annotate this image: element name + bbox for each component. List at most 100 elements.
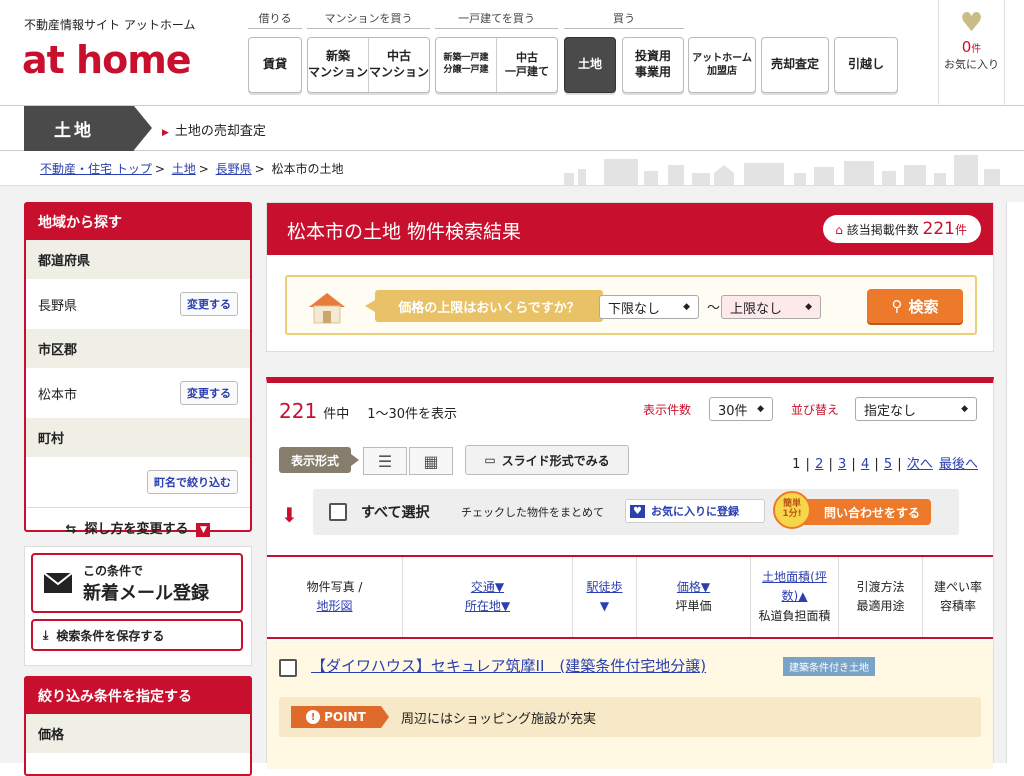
inquiry-label: 問い合わせをする bbox=[823, 505, 920, 520]
col-area-sort[interactable]: 土地面積(坪 bbox=[762, 568, 827, 587]
content-area: 地域から探す 都道府県 長野県 変更する 市区郡 松本市 変更する 町村 町名で… bbox=[0, 186, 1024, 776]
page-link-5[interactable]: 5 bbox=[884, 457, 892, 472]
updown-icon: ◆ bbox=[757, 404, 764, 414]
col-floor-ratio-label: 容積率 bbox=[939, 599, 976, 613]
grid-view-button[interactable]: ▦ bbox=[409, 447, 453, 475]
listing-row: 【ダイワハウス】セキュレア筑摩II (建築条件付宅地分譲) 建築条件付き土地 !… bbox=[267, 641, 993, 769]
per-page-label: 表示件数 bbox=[643, 403, 692, 417]
save-conditions-button[interactable]: ⤓ 検索条件を保存する bbox=[31, 619, 243, 651]
add-favorites-button[interactable]: ♥ お気に入りに登録 bbox=[625, 499, 765, 523]
nav-divider bbox=[564, 28, 684, 29]
house-icon: ⌂ bbox=[835, 223, 843, 237]
page-link-2[interactable]: 2 bbox=[815, 457, 823, 472]
nav-group-buy: 買う bbox=[613, 12, 635, 25]
sort-value: 指定なし bbox=[864, 403, 917, 419]
nav-rent-button[interactable]: 賃貸 bbox=[248, 37, 302, 93]
sort-label: 並び替え bbox=[791, 403, 840, 417]
breadcrumb: 不動産・住宅 トップ > 土地 > 長野県 > 松本市の土地 bbox=[40, 162, 344, 176]
page-current: 1 bbox=[792, 457, 801, 472]
nav-land-button[interactable]: 土地 bbox=[564, 37, 616, 93]
pagination: 1 | 2 | 3 | 4 | 5 | 次へ 最後へ bbox=[792, 457, 978, 472]
page-next-link[interactable]: 次へ bbox=[907, 457, 933, 472]
nav-athome-shop-label: アットホーム 加盟店 bbox=[692, 53, 752, 77]
results-total-suffix: 件中 bbox=[323, 407, 350, 422]
listing-checkbox[interactable] bbox=[279, 659, 297, 677]
nav-new-mansion-label: 新築 マンション bbox=[308, 49, 369, 79]
point-label: POINT bbox=[324, 710, 366, 724]
land-sale-assessment-link[interactable]: ▶ 土地の売却査定 bbox=[162, 120, 266, 139]
category-bar: 土地 ▶ 土地の売却査定 bbox=[0, 106, 1024, 151]
results-range: 1〜30件を表示 bbox=[367, 407, 458, 422]
change-method-button[interactable]: ⇆ 探し方を変更する ▼ bbox=[26, 507, 250, 547]
nav-new-mansion-button[interactable]: 新築 マンション bbox=[308, 38, 368, 92]
change-pref-button[interactable]: 変更する bbox=[180, 292, 238, 316]
nav-used-house-button[interactable]: 中古 一戸建て bbox=[496, 38, 557, 92]
col-price-sort[interactable]: 価格▼ bbox=[677, 578, 710, 597]
athome-logo[interactable]: at home bbox=[22, 38, 192, 82]
price-lower-select[interactable]: 下限なし ◆ bbox=[599, 295, 699, 319]
col-walk-sort[interactable]: 駅徒歩 bbox=[586, 578, 622, 597]
search-button-label: 検索 bbox=[908, 297, 939, 316]
price-question-bubble: 価格の上限はおいくらですか？ bbox=[365, 290, 603, 322]
col-photo: 物件写真 / 地形図 bbox=[267, 557, 403, 637]
col-area-sort-2[interactable]: 数)▲ bbox=[782, 587, 808, 606]
price-heading: 価格 bbox=[26, 714, 250, 753]
nav-investment-button[interactable]: 投資用 事業用 bbox=[622, 37, 684, 93]
new-mail-register-button[interactable]: この条件で 新着メール登録 bbox=[31, 553, 243, 613]
sort-select[interactable]: 指定なし ◆ bbox=[855, 397, 977, 421]
nav-house-button-group: 新築一戸建 分譲一戸建 中古 一戸建て bbox=[435, 37, 558, 93]
updown-icon: ◆ bbox=[961, 404, 968, 414]
page-link-4[interactable]: 4 bbox=[861, 457, 869, 472]
breadcrumb-pref-link[interactable]: 長野県 bbox=[216, 162, 252, 176]
nav-new-house-button[interactable]: 新築一戸建 分譲一戸建 bbox=[436, 38, 496, 92]
breadcrumb-land-link[interactable]: 土地 bbox=[172, 162, 196, 176]
price-search-button[interactable]: ⚲ 検索 bbox=[867, 289, 963, 323]
results-count: 221 件中 1〜30件を表示 bbox=[279, 399, 457, 423]
nav-used-mansion-button[interactable]: 中古 マンション bbox=[368, 38, 429, 92]
slideshow-icon: ▭ bbox=[484, 453, 496, 467]
house-icon bbox=[309, 293, 345, 324]
favorites-link[interactable]: ♥ 0件 お気に入り bbox=[938, 0, 1004, 106]
price-upper-select[interactable]: 上限なし ◆ bbox=[721, 295, 821, 319]
exclamation-icon: ! bbox=[306, 710, 321, 724]
change-city-button[interactable]: 変更する bbox=[180, 381, 238, 405]
nav-athome-shop-button[interactable]: アットホーム 加盟店 bbox=[688, 37, 756, 93]
breadcrumb-top-link[interactable]: 不動産・住宅 トップ bbox=[40, 162, 152, 176]
col-unit-price-label: 坪単価 bbox=[675, 599, 712, 613]
point-box: ! POINT 周辺にはショッピング施設が充実 bbox=[279, 697, 981, 737]
col-usage-label: 最適用途 bbox=[856, 599, 905, 613]
breadcrumb-current: 松本市の土地 bbox=[271, 162, 344, 176]
site-tagline: 不動産情報サイト アットホーム bbox=[24, 18, 196, 32]
search-summary-panel: 松本市の土地 物件検索結果 ⌂ 該当掲載件数 221件 価格の上限はおいくらです… bbox=[266, 202, 994, 352]
nav-moving-label: 引越し bbox=[847, 57, 884, 72]
price-lower-value: 下限なし bbox=[608, 301, 661, 317]
select-all-checkbox[interactable] bbox=[329, 503, 347, 521]
listing-title-link[interactable]: 【ダイワハウス】セキュレア筑摩II (建築条件付宅地分譲) bbox=[311, 655, 706, 676]
col-handover-label: 引渡方法 bbox=[856, 579, 905, 594]
page-link-3[interactable]: 3 bbox=[838, 457, 846, 472]
col-location-sort[interactable]: 所在地▼ bbox=[465, 597, 510, 616]
select-all-label: すべて選択 bbox=[361, 505, 430, 521]
updown-icon: ◆ bbox=[683, 302, 690, 312]
view-format-label: 表示形式 bbox=[279, 447, 359, 473]
select-all-bar: すべて選択 チェックした物件をまとめて ♥ お気に入りに登録 簡単 1分! 問い合… bbox=[313, 489, 959, 535]
town-filter-button[interactable]: 町名で絞り込む bbox=[147, 470, 238, 494]
page-last-link[interactable]: 最後へ bbox=[939, 457, 978, 472]
col-traffic-sort[interactable]: 交通▼ bbox=[471, 578, 504, 597]
col-traffic: 交通▼ 所在地▼ bbox=[403, 557, 573, 637]
slide-view-button[interactable]: ▭ スライド形式でみる bbox=[465, 445, 629, 475]
col-coverage-label: 建ぺい率 bbox=[933, 579, 982, 594]
listing-count-badge: ⌂ 該当掲載件数 221件 bbox=[823, 215, 981, 243]
col-shape-sort[interactable]: 地形図 bbox=[316, 597, 352, 616]
list-view-button[interactable]: ☰ bbox=[363, 447, 407, 475]
nav-moving-button[interactable]: 引越し bbox=[834, 37, 898, 93]
per-page-select[interactable]: 30件 ◆ bbox=[709, 397, 773, 421]
col-photo-label: 物件写真 / bbox=[306, 579, 363, 594]
nav-sale-assessment-button[interactable]: 売却査定 bbox=[761, 37, 829, 93]
nav-rent-label: 賃貸 bbox=[262, 57, 287, 72]
inquiry-button[interactable]: 簡単 1分! 問い合わせをする bbox=[773, 491, 931, 529]
listing-type-tag: 建築条件付き土地 bbox=[783, 657, 875, 676]
range-tilde: 〜 bbox=[707, 301, 721, 316]
per-page-value: 30件 bbox=[718, 403, 748, 419]
triangle-icon: ▶ bbox=[162, 128, 169, 138]
